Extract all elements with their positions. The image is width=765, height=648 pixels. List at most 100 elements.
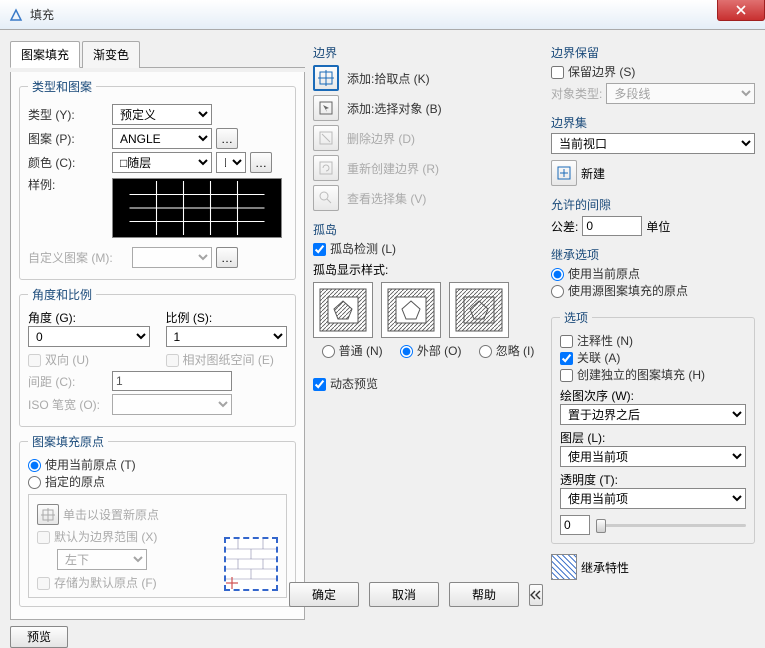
spacing-input <box>112 371 232 391</box>
set-origin-button <box>37 504 59 525</box>
custom-browse-button: … <box>216 247 238 268</box>
dynamic-preview-checkbox[interactable] <box>313 378 326 391</box>
remove-boundary-label: 删除边界 (D) <box>347 130 415 147</box>
scale-label: 比例 (S): <box>166 309 288 326</box>
inherit-source-radio[interactable] <box>551 285 564 298</box>
assoc-checkbox[interactable] <box>560 352 573 365</box>
layer-label: 图层 (L): <box>560 429 746 446</box>
origin-preview <box>224 537 278 591</box>
origin-legend: 图案填充原点 <box>28 433 108 450</box>
island-outer-radio[interactable] <box>400 345 413 358</box>
origin-specified-radio[interactable] <box>28 476 41 489</box>
preview-button[interactable]: 预览 <box>10 626 68 648</box>
island-outer-box[interactable] <box>381 282 441 338</box>
boundary-set-select[interactable]: 当前视口 <box>551 133 755 154</box>
custom-pattern-label: 自定义图案 (M): <box>28 249 128 266</box>
tolerance-label: 公差: <box>551 218 578 235</box>
boundary-legend: 边界 <box>313 44 543 61</box>
pattern-browse-button[interactable]: … <box>216 128 238 149</box>
pattern-select[interactable]: ANGLE <box>112 128 212 149</box>
transparency-select[interactable]: 使用当前项 <box>560 488 746 509</box>
view-icon <box>318 190 334 206</box>
relative-checkbox <box>166 354 179 367</box>
gap-legend: 允许的间隙 <box>551 196 755 213</box>
close-icon <box>736 5 746 15</box>
slider-thumb[interactable] <box>596 519 606 533</box>
default-extent-checkbox <box>37 531 50 544</box>
draw-order-select[interactable]: 置于边界之后 <box>560 404 746 425</box>
close-button[interactable] <box>717 0 765 21</box>
color2-select[interactable]: ☑ <box>216 152 246 173</box>
layer-select[interactable]: 使用当前项 <box>560 446 746 467</box>
boundary-set-legend: 边界集 <box>551 114 755 131</box>
islands-legend: 孤岛 <box>313 221 543 238</box>
angle-scale-legend: 角度和比例 <box>28 286 96 303</box>
origin-current-radio[interactable] <box>28 459 41 472</box>
angle-select[interactable]: 0 <box>28 326 150 347</box>
collapse-button[interactable] <box>529 584 543 606</box>
transparency-slider[interactable] <box>596 524 746 527</box>
add-select-button[interactable] <box>313 95 339 121</box>
type-label: 类型 (Y): <box>28 106 108 123</box>
color-browse-button[interactable]: … <box>250 152 272 173</box>
new-boundary-set-button[interactable] <box>551 160 577 186</box>
obj-type-label: 对象类型: <box>551 85 602 102</box>
inherit-legend: 继承选项 <box>551 246 755 263</box>
type-pattern-legend: 类型和图案 <box>28 78 96 95</box>
island-detect-checkbox[interactable] <box>313 243 326 256</box>
iso-label: ISO 笔宽 (O): <box>28 396 108 413</box>
inherit-props-icon[interactable] <box>551 554 577 580</box>
separate-checkbox[interactable] <box>560 369 573 382</box>
pattern-label: 图案 (P): <box>28 130 108 147</box>
draw-order-label: 绘图次序 (W): <box>560 387 746 404</box>
obj-type-select: 多段线 <box>606 83 755 104</box>
pick-point-icon <box>318 70 334 86</box>
select-object-icon <box>318 100 334 116</box>
custom-pattern-select <box>132 247 212 268</box>
color-select[interactable]: □随层 <box>112 152 212 173</box>
tab-hatch[interactable]: 图案填充 <box>10 41 80 68</box>
chevron-left-double-icon <box>530 590 542 600</box>
new-boundary-set-label: 新建 <box>581 165 605 182</box>
island-normal-radio[interactable] <box>322 345 335 358</box>
type-select[interactable]: 预定义 <box>112 104 212 125</box>
sample-label: 样例: <box>28 176 108 193</box>
island-ignore-radio[interactable] <box>479 345 492 358</box>
scale-select[interactable]: 1 <box>166 326 288 347</box>
add-select-label: 添加:选择对象 (B) <box>347 100 442 117</box>
new-icon <box>556 165 572 181</box>
ok-button[interactable]: 确定 <box>289 582 359 607</box>
recreate-boundary-button <box>313 155 339 181</box>
spacing-label: 间距 (C): <box>28 373 108 390</box>
tolerance-input[interactable] <box>582 216 642 236</box>
view-selection-button <box>313 185 339 211</box>
remove-icon <box>318 130 334 146</box>
color-label: 颜色 (C): <box>28 154 108 171</box>
transparency-input[interactable] <box>560 515 590 535</box>
keep-boundary-checkbox[interactable] <box>551 66 564 79</box>
inherit-current-radio[interactable] <box>551 268 564 281</box>
help-button[interactable]: 帮助 <box>449 582 519 607</box>
angle-label: 角度 (G): <box>28 309 150 326</box>
store-default-checkbox <box>37 577 50 590</box>
click-set-label: 单击以设置新原点 <box>63 506 159 523</box>
pattern-swatch[interactable] <box>112 178 282 238</box>
double-checkbox <box>28 354 41 367</box>
tolerance-unit: 单位 <box>646 218 670 235</box>
add-pick-button[interactable] <box>313 65 339 91</box>
crosshair-icon <box>41 508 55 522</box>
retain-legend: 边界保留 <box>551 44 755 61</box>
cancel-button[interactable]: 取消 <box>369 582 439 607</box>
island-normal-box[interactable] <box>313 282 373 338</box>
inherit-props-label: 继承特性 <box>581 559 629 576</box>
annotative-checkbox[interactable] <box>560 335 573 348</box>
transparency-label: 透明度 (T): <box>560 471 746 488</box>
island-ignore-box[interactable] <box>449 282 509 338</box>
view-selection-label: 查看选择集 (V) <box>347 190 426 207</box>
app-icon <box>8 7 24 23</box>
window-title: 填充 <box>30 6 54 23</box>
origin-pos-select: 左下 <box>57 549 147 570</box>
island-style-label: 孤岛显示样式: <box>313 261 543 278</box>
options-legend: 选项 <box>560 309 592 326</box>
tab-gradient[interactable]: 渐变色 <box>82 41 140 68</box>
